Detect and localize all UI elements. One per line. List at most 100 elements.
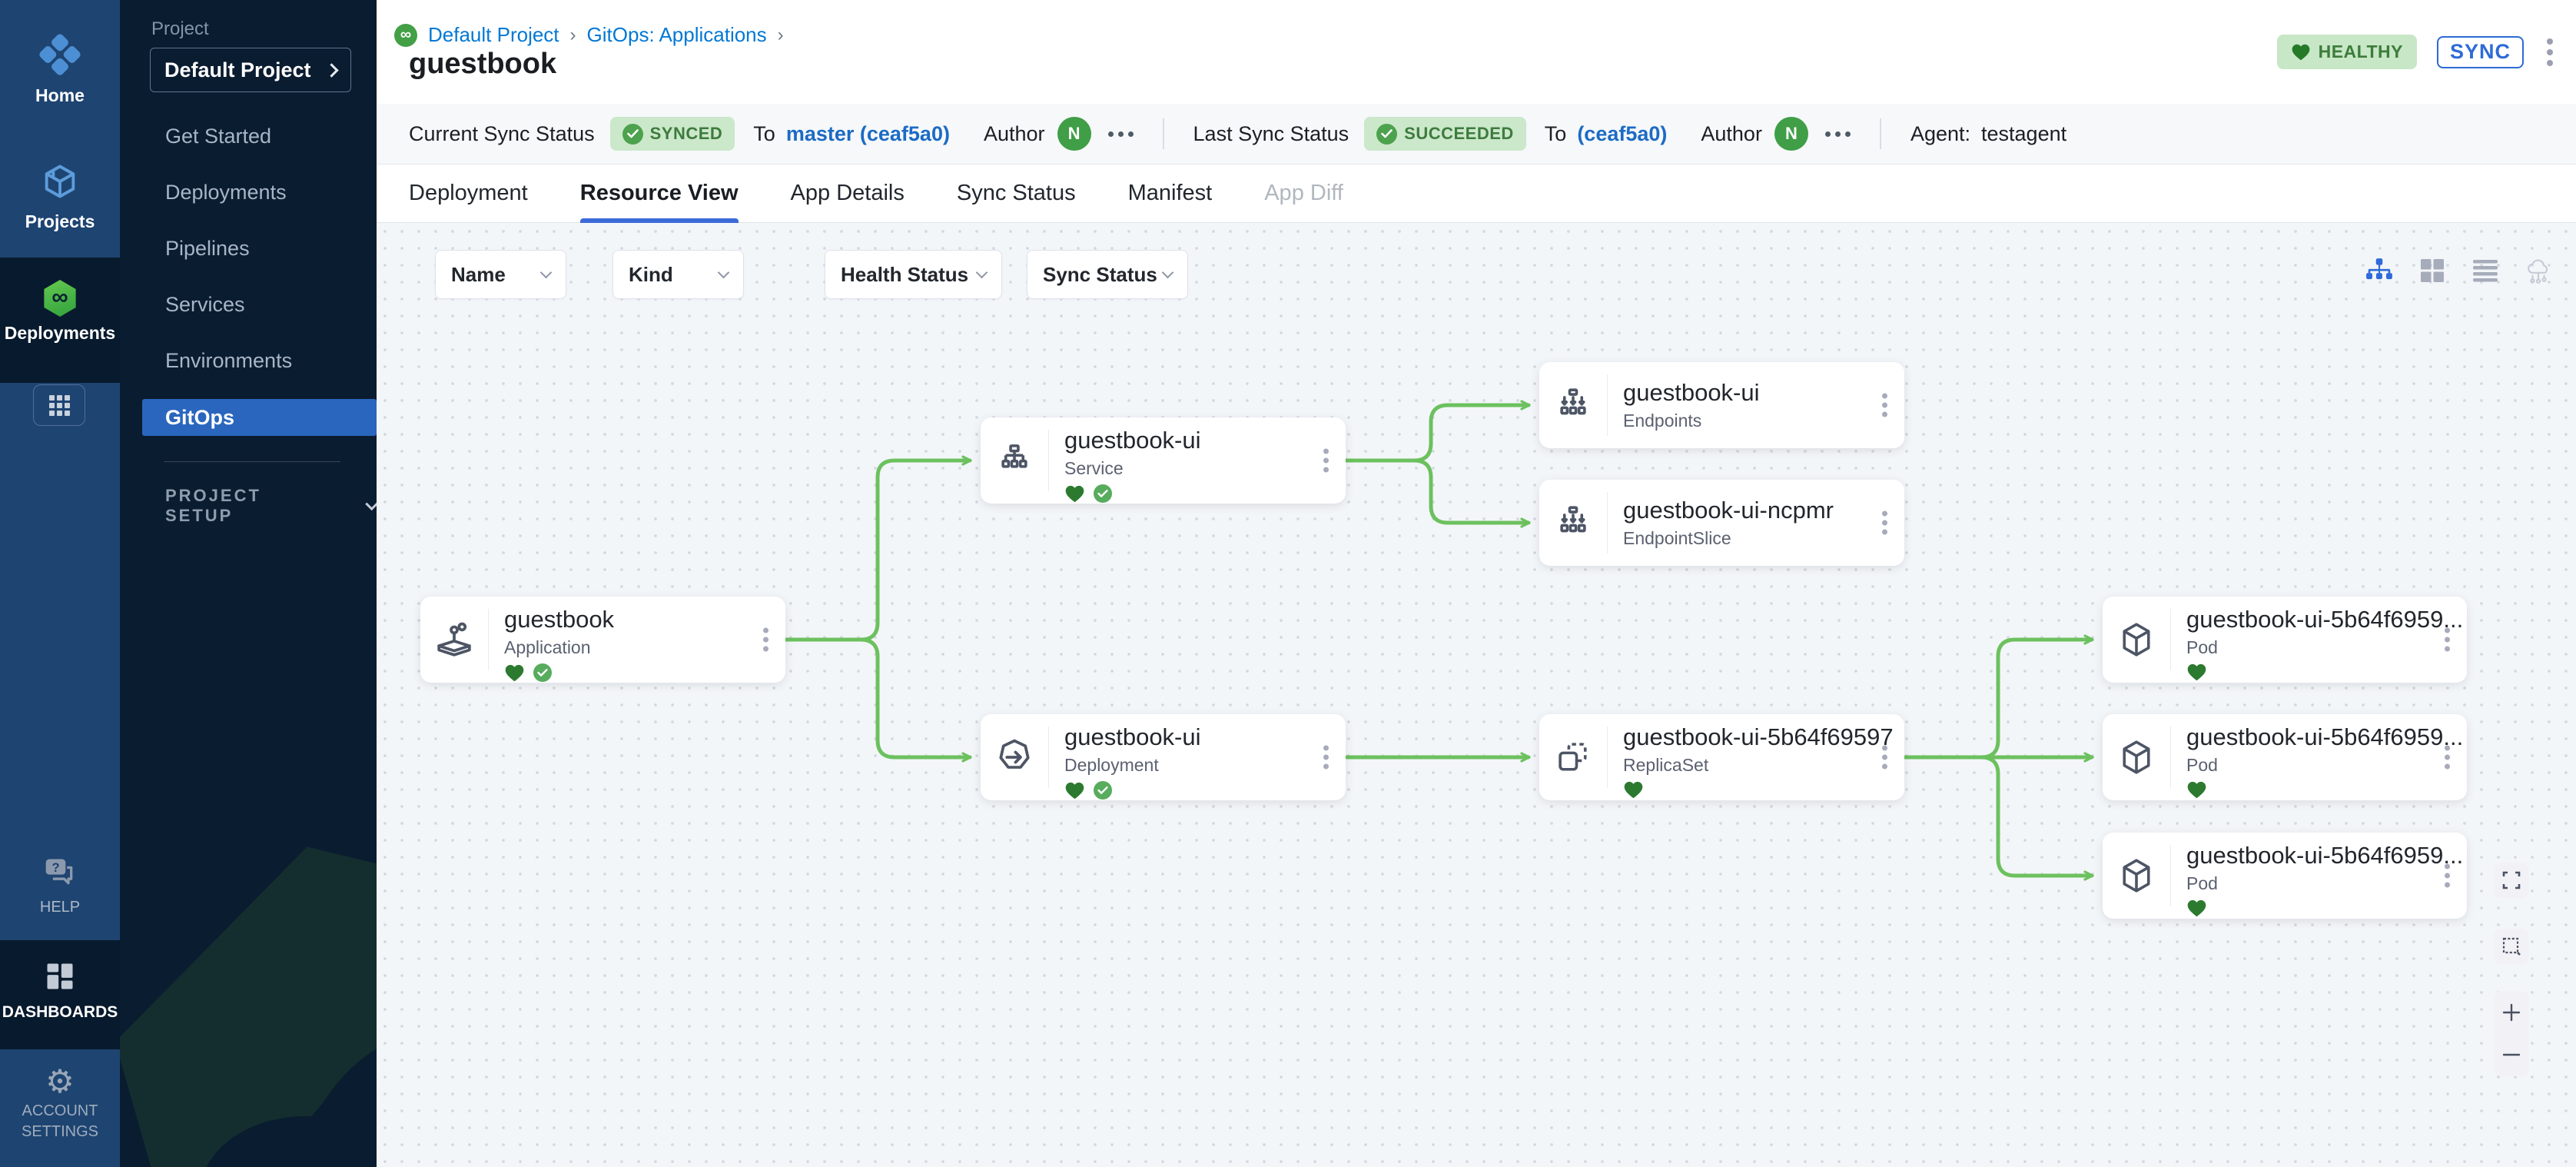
fullscreen-icon xyxy=(2501,870,2521,890)
fullscreen-button[interactable] xyxy=(2494,863,2529,898)
sidebar-item-label: GitOps xyxy=(165,406,234,430)
node-title: guestbook-ui-5b64f6959... xyxy=(2186,842,2463,869)
node-kind: Endpoints xyxy=(1623,411,1760,431)
node-title: guestbook-ui-ncpmr xyxy=(1623,497,1834,524)
healthy-heart-icon xyxy=(2186,663,2207,682)
commit-more-button[interactable] xyxy=(1825,131,1851,137)
project-sidebar: Project Default Project Get Started Depl… xyxy=(120,0,377,1167)
check-circle-icon xyxy=(622,124,643,145)
heart-icon xyxy=(2291,43,2311,62)
divider xyxy=(1163,118,1164,149)
node-application-guestbook[interactable]: guestbook Application xyxy=(420,597,785,683)
breadcrumb-default-project[interactable]: Default Project xyxy=(428,23,559,47)
zoom-control xyxy=(2494,991,2529,1076)
node-menu-button[interactable] xyxy=(1319,444,1333,477)
author-avatar[interactable]: N xyxy=(1057,117,1091,151)
project-selector[interactable]: Default Project xyxy=(150,48,351,92)
node-menu-button[interactable] xyxy=(759,623,773,657)
node-title: guestbook-ui-5b64f69597 xyxy=(1623,723,1894,751)
node-title: guestbook-ui-5b64f6959... xyxy=(2186,723,2463,751)
node-pod-3[interactable]: guestbook-ui-5b64f6959... Pod xyxy=(2103,833,2467,919)
project-setup-toggle[interactable]: PROJECT SETUP xyxy=(165,486,377,526)
zoom-out-button[interactable] xyxy=(2494,1036,2529,1074)
node-kind: Service xyxy=(1064,458,1201,479)
node-endpointslice-guestbook-ui-ncpmr[interactable]: guestbook-ui-ncpmr EndpointSlice xyxy=(1539,480,1904,566)
chevron-right-icon xyxy=(324,63,338,77)
chevron-down-icon xyxy=(365,497,377,510)
node-endpoints-guestbook-ui[interactable]: guestbook-ui Endpoints xyxy=(1539,362,1904,448)
header-actions: HEALTHY SYNC xyxy=(2277,35,2556,69)
node-replicaset-guestbook-ui-5b64f69597[interactable]: guestbook-ui-5b64f69597 ReplicaSet xyxy=(1539,714,1904,800)
pod-icon xyxy=(2103,833,2170,919)
sidebar-item-services[interactable]: Services xyxy=(120,280,377,329)
module-switcher-button[interactable] xyxy=(33,384,85,426)
tab-bar: Deployment Resource View App Details Syn… xyxy=(377,165,2576,223)
tab-manifest[interactable]: Manifest xyxy=(1128,165,1213,223)
to-label: To xyxy=(753,122,775,146)
sync-button[interactable]: SYNC xyxy=(2437,36,2524,68)
breadcrumb-gitops-applications[interactable]: GitOps: Applications xyxy=(587,23,767,47)
tab-resource-view[interactable]: Resource View xyxy=(580,165,739,223)
gear-icon: ⚙ xyxy=(0,1066,120,1098)
tab-app-diff[interactable]: App Diff xyxy=(1264,165,1343,223)
selection-mode-button[interactable] xyxy=(2494,929,2529,964)
svg-text:?: ? xyxy=(51,861,59,875)
rail-item-home[interactable]: Home xyxy=(0,34,120,106)
node-menu-button[interactable] xyxy=(2440,623,2455,657)
node-menu-button[interactable] xyxy=(1877,741,1892,774)
app-menu-button[interactable] xyxy=(2544,35,2556,69)
last-revision-link[interactable]: (ceaf5a0) xyxy=(1577,122,1667,146)
divider xyxy=(164,461,340,462)
node-menu-button[interactable] xyxy=(1877,507,1892,540)
node-menu-button[interactable] xyxy=(2440,741,2455,774)
node-title: guestbook-ui xyxy=(1623,379,1760,407)
current-sync-status-label: Current Sync Status xyxy=(409,122,595,146)
author-avatar[interactable]: N xyxy=(1774,117,1808,151)
project-selector-value: Default Project xyxy=(164,58,311,82)
resource-tree-edges xyxy=(377,223,2576,1167)
healthy-heart-icon xyxy=(1064,781,1085,800)
node-deployment-guestbook-ui[interactable]: guestbook-ui Deployment xyxy=(981,714,1346,800)
node-pod-2[interactable]: guestbook-ui-5b64f6959... Pod xyxy=(2103,714,2467,800)
zoom-in-button[interactable] xyxy=(2494,993,2529,1032)
sidebar-item-environments[interactable]: Environments xyxy=(120,336,377,385)
node-kind: Application xyxy=(504,637,614,658)
selection-box-icon xyxy=(2501,936,2521,956)
node-service-guestbook-ui[interactable]: guestbook-ui Service xyxy=(981,417,1346,504)
current-revision-link[interactable]: master (ceaf5a0) xyxy=(786,122,950,146)
synced-check-icon xyxy=(533,663,553,683)
status-bar: Current Sync Status SYNCED To master (ce… xyxy=(377,104,2576,165)
node-menu-button[interactable] xyxy=(2440,859,2455,893)
sidebar-item-deployments[interactable]: Deployments xyxy=(120,168,377,217)
plus-icon xyxy=(2501,1002,2521,1022)
commit-more-button[interactable] xyxy=(1108,131,1134,137)
service-icon xyxy=(981,417,1048,504)
to-label: To xyxy=(1545,122,1567,146)
healthy-heart-icon xyxy=(504,663,525,683)
resource-tree-canvas[interactable]: Name Kind Health Status Sync Status xyxy=(377,223,2576,1167)
rail-item-deployments[interactable]: ∞ Deployments xyxy=(0,280,120,344)
rail-item-dashboards[interactable]: DASHBOARDS xyxy=(0,959,120,1022)
sidebar-item-get-started[interactable]: Get Started xyxy=(120,111,377,161)
node-status xyxy=(504,663,614,683)
rail-item-account-settings[interactable]: ⚙ ACCOUNT SETTINGS xyxy=(0,1066,120,1142)
sidebar-item-pipelines[interactable]: Pipelines xyxy=(120,224,377,273)
healthy-heart-icon xyxy=(1064,484,1085,504)
node-pod-1[interactable]: guestbook-ui-5b64f6959... Pod xyxy=(2103,597,2467,683)
sidebar-item-label: Services xyxy=(165,293,245,317)
sidebar-item-label: Deployments xyxy=(165,181,287,204)
tab-app-details[interactable]: App Details xyxy=(791,165,905,223)
home-logo-icon xyxy=(39,34,81,75)
node-kind: Pod xyxy=(2186,755,2463,776)
synced-check-icon xyxy=(1093,780,1113,800)
sidebar-item-gitops[interactable]: GitOps xyxy=(142,399,377,436)
sidebar-item-label: Get Started xyxy=(165,125,271,148)
rail-item-help[interactable]: ? HELP xyxy=(0,855,120,916)
application-icon xyxy=(420,597,488,683)
node-menu-button[interactable] xyxy=(1877,389,1892,422)
tab-sync-status[interactable]: Sync Status xyxy=(957,165,1076,223)
synced-check-icon xyxy=(1093,484,1113,504)
node-menu-button[interactable] xyxy=(1319,741,1333,774)
tab-deployment[interactable]: Deployment xyxy=(409,165,528,223)
rail-item-projects[interactable]: Projects xyxy=(0,161,120,232)
